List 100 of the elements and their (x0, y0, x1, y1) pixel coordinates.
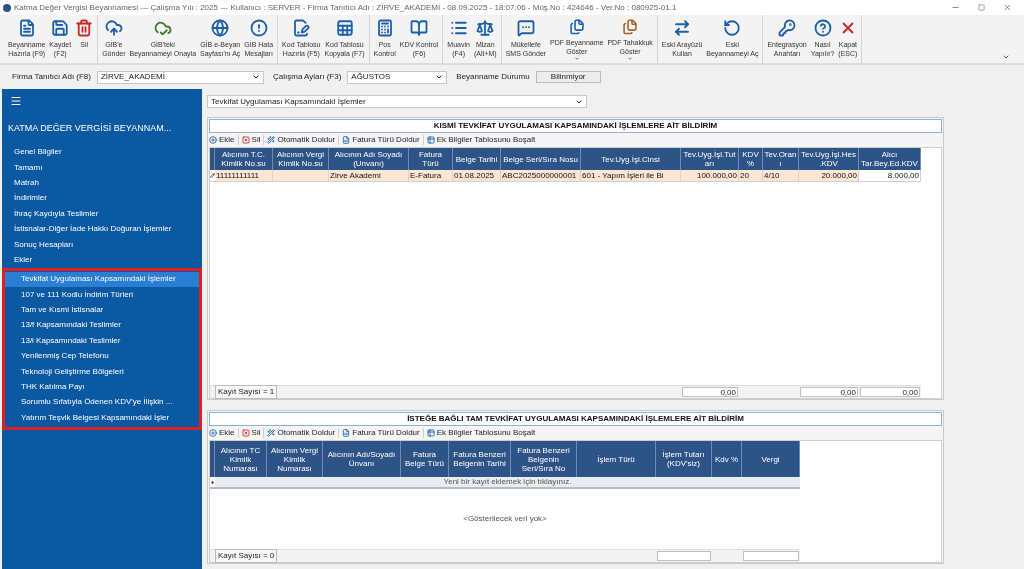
sidebar-item[interactable]: İndirimler (2, 190, 202, 207)
total-field: 0,00 (800, 387, 858, 397)
grid-action-button[interactable]: Sil (241, 427, 261, 439)
total-field: 0,00 (860, 387, 920, 397)
table-cell: E-Fatura (409, 170, 453, 181)
grid-action-button[interactable]: Ekle (209, 134, 235, 146)
sidebar-item[interactable]: Tamamı (2, 159, 202, 176)
swap-icon (673, 19, 692, 37)
field-label: Beyanname Durumu (456, 71, 530, 83)
column-header[interactable]: Vergi (742, 441, 800, 477)
table-cell: ABC2025000000001 (501, 170, 581, 181)
globe-icon (211, 19, 230, 37)
new-row-icon (210, 479, 215, 485)
sidebar-item[interactable]: Teknoloji Geliştirme Bölgeleri (5, 363, 199, 380)
company-select[interactable]: ZİRVE_AKADEMİ (97, 70, 264, 84)
table-cell: 11111111111 (215, 170, 273, 181)
month-select[interactable]: AĞUSTOS (347, 70, 448, 84)
column-header[interactable]: Fatura Benzeri Belgenin Seri/Sıra No (511, 441, 577, 477)
key-icon (778, 19, 797, 37)
sidebar-item[interactable]: Tam ve Kısmi İstisnalar (5, 302, 199, 318)
maximize-icon[interactable] (978, 4, 985, 11)
register-icon (375, 19, 394, 37)
sidebar-item[interactable]: THK Katılma Payı (5, 379, 199, 395)
sidebar-item[interactable]: Ekler (2, 252, 202, 268)
column-header[interactable]: Alıcı Tar.Bey.Ed.KDV (859, 148, 921, 170)
table-cell: 20.000,00 (799, 170, 859, 181)
sidebar-item[interactable]: İstisnalar-Diğer İade Hakkı Doğuran İşlemler (2, 221, 202, 237)
column-header[interactable]: Alıcının Adı Soyadı (Unvanı) (329, 148, 409, 170)
table-cell (273, 170, 329, 181)
sidebar-item[interactable]: Sorumlu Sıfatıyla Ödenen KDV'ye İlişkin ... (5, 394, 199, 411)
column-header[interactable]: İşlem Tutarı (KDV'siz) (656, 441, 712, 477)
sidebar-item[interactable]: 13/f Kapsamındaki Teslimler (5, 317, 199, 334)
document-icon (342, 136, 351, 144)
grid-action-button[interactable]: Ek Bilgiler Tablosunu Boşalt (426, 427, 536, 439)
column-header[interactable]: Kdv % (712, 441, 742, 477)
column-header[interactable]: Alıcının TC Kimlik Numarası (215, 441, 267, 477)
window-title: Katma Değer Vergisi Beyannamesi --- Çalışma Yılı : 2025 --- Kullanıcı : SERVER - Firma Tanıtıcı Adı : ZİRVE_AKADEMİ - 08.09.2025 - 18:07:06 - Müş.No : 424646 - Ver.No : 080925-01.1 (14, 1, 678, 14)
total-field: 0,00 (682, 387, 738, 397)
close-icon[interactable] (1003, 3, 1012, 12)
column-header[interactable]: Alıcının Vergi Kimlik No.su (273, 148, 329, 170)
column-header[interactable]: Fatura Benzeri Belgenin Tarihi (449, 441, 511, 477)
list-icon (449, 19, 468, 37)
section-select[interactable]: Tevkifat Uygulaması Kapsamındaki İşlemler (207, 95, 587, 108)
column-header[interactable]: İşlem Türü (577, 441, 656, 477)
grid-action-button[interactable]: Fatura Türü Doldur (342, 134, 420, 146)
table-cell: 100.000,00 (681, 170, 739, 181)
column-header[interactable]: KDV % (739, 148, 763, 170)
column-header[interactable]: Tev.Oranı (763, 148, 799, 170)
column-header[interactable]: Fatura Belge Türü (401, 441, 449, 477)
grid-action-button[interactable]: Otomatik Doldur (267, 427, 336, 439)
sidebar-item[interactable]: İhraç Kaydıyla Teslimler (2, 206, 202, 222)
grid-action-button[interactable]: Ek Bilgiler Tablosunu Boşalt (426, 134, 536, 146)
table-cell: Zirve Akademi (329, 170, 409, 181)
menu-icon[interactable] (10, 95, 22, 107)
new-row-prompt[interactable]: Yeni bir kayıt eklemek için tıklayınız. (215, 477, 800, 487)
sidebar-item[interactable]: Yenilenmiş Cep Telefonu (5, 348, 199, 364)
panel-title: İSTEĞE BAĞLI TAM TEVKİFAT UYGULAMASI KAPSAMINDAKİ İŞLEMLERE AİT BİLDİRİM (209, 412, 942, 426)
sidebar-item[interactable]: Yatırım Teşvik Belgesi Kapsamındaki İşler (5, 410, 199, 426)
column-header[interactable]: Alıcının Adı/Soyadı Ünvanı (323, 441, 401, 477)
caret-icon (627, 55, 634, 61)
add-icon (209, 136, 217, 144)
table-cell: 01.08.2025 (453, 170, 501, 181)
grid-action-button[interactable]: Ekle (209, 427, 235, 439)
table-cell: 601 - Yapım İşleri ile Bi (581, 170, 681, 181)
table-cell: 4/10 (763, 170, 799, 181)
grid-action-button[interactable]: Fatura Türü Doldur (342, 427, 420, 439)
field-label: Çalışma Ayları (F3) (273, 71, 342, 83)
sidebar-item[interactable]: 13/i Kapsamındaki Teslimler (5, 333, 199, 349)
sidebar-item[interactable]: Matrah (2, 175, 202, 191)
expand-chevron-icon[interactable] (1002, 53, 1010, 61)
caret-icon (573, 55, 580, 61)
column-header[interactable]: Tev.Uyg.İşl.Tutarı (681, 148, 739, 170)
column-header[interactable]: Belge Tarihi (453, 148, 501, 170)
alert-icon (249, 19, 268, 37)
help-icon (813, 19, 832, 37)
sidebar-item[interactable]: Sonuç Hesapları (2, 236, 202, 253)
scale-icon (476, 19, 495, 37)
rotate-icon (723, 19, 742, 37)
book-icon (410, 19, 429, 37)
column-header[interactable]: Tev.Uyg.İşl.Cinsi (581, 148, 681, 170)
table-cell: 20 (739, 170, 763, 181)
sidebar-item[interactable]: Tevkifat Uygulaması Kapsamındaki İşlemler (5, 271, 199, 287)
column-header[interactable]: Alıcının Vergi Kimlik Numarası (267, 441, 323, 477)
document-edit-icon (292, 19, 311, 37)
column-header[interactable]: Alıcının T.C. Kimlik No.su (215, 148, 273, 170)
save-icon (51, 19, 70, 37)
column-header[interactable]: Belge Seri/Sıra Nosu (501, 148, 581, 170)
sidebar-item[interactable]: 107 ve 111 Kodlu İndirim Türleri (5, 287, 199, 303)
row-indicator-header (210, 441, 215, 477)
grid-action-button[interactable]: Sil (241, 134, 261, 146)
panel-title: KISMİ TEVKİFAT UYGULAMASI KAPSAMINDAKİ İŞLEMLERE AİT BİLDİRİM (209, 119, 942, 133)
grid-action-button[interactable]: Otomatik Doldur (267, 134, 336, 146)
column-header[interactable]: Tev.Uyg.İşl.Hes.KDV (799, 148, 859, 170)
column-header[interactable]: Fatura Türü (409, 148, 453, 170)
empty-message: <Gösterilecek veri yok> (463, 513, 547, 525)
status-field: Bilinmiyor (535, 71, 601, 83)
pdf-file-icon (567, 19, 586, 35)
trash-icon (75, 19, 94, 37)
message-icon (516, 19, 535, 37)
sidebar-item[interactable]: Genel Bilgiler (2, 144, 202, 160)
